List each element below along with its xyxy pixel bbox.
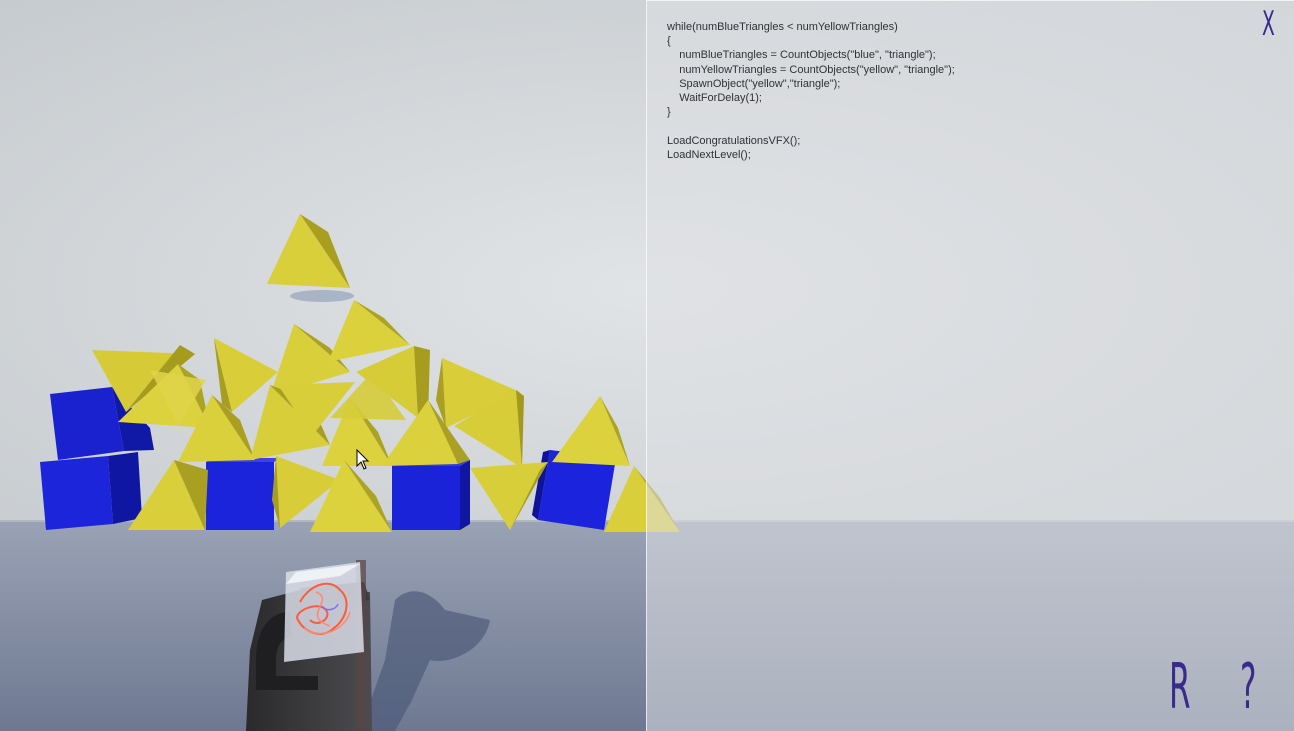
code-line: WaitForDelay(1); (667, 91, 762, 104)
blue-cube[interactable] (392, 460, 470, 530)
mouse-cursor-icon (356, 449, 370, 470)
code-block: while(numBlueTriangles < numYellowTriang… (667, 20, 955, 162)
code-line: numYellowTriangles = CountObjects("yello… (667, 63, 955, 76)
blue-cube[interactable] (40, 452, 142, 530)
reset-button[interactable]: R (1169, 650, 1191, 723)
code-line: while(numBlueTriangles < numYellowTriang… (667, 21, 898, 33)
help-button[interactable]: ? (1240, 650, 1256, 723)
code-line: LoadCongratulationsVFX(); (667, 134, 801, 147)
floating-triangle-shadow (290, 290, 354, 302)
code-line: { (667, 35, 671, 48)
code-line: numBlueTriangles = CountObjects("blue", … (667, 49, 936, 62)
code-line: SpawnObject("yellow","triangle"); (667, 77, 841, 90)
code-panel: while(numBlueTriangles < numYellowTriang… (646, 0, 1294, 731)
code-line: LoadNextLevel(); (667, 148, 751, 161)
close-button[interactable]: X (1262, 4, 1275, 44)
blue-cube[interactable] (206, 458, 280, 530)
code-line: } (667, 106, 671, 119)
